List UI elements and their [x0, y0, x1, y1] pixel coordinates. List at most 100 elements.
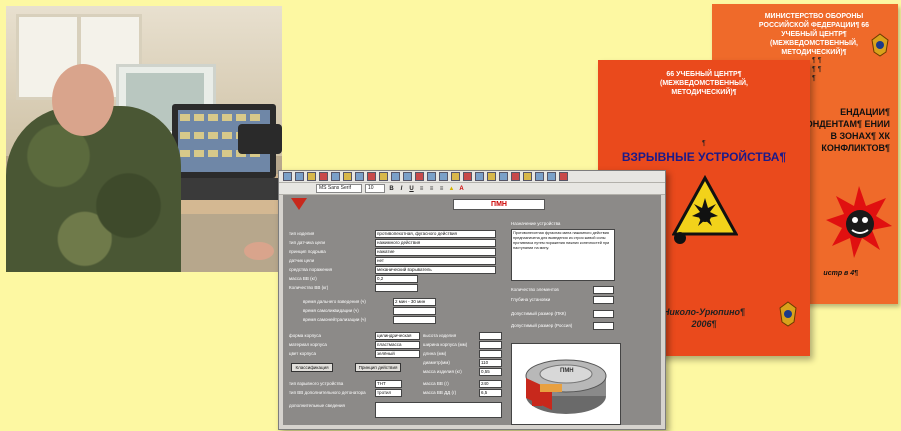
bomb-cartoon-icon — [826, 186, 892, 258]
toolbar-icon[interactable] — [355, 172, 364, 181]
purpose-label: Назначение устройства — [511, 221, 561, 226]
toolbar-icon[interactable] — [463, 172, 472, 181]
side-label: Количество элементов — [511, 287, 559, 292]
field-label: масса ВВ (г) — [423, 381, 449, 386]
toolbar-icon[interactable] — [559, 172, 568, 181]
dimension-label: высота изделия — [423, 333, 457, 338]
toolbar-icon[interactable] — [451, 172, 460, 181]
underline-button[interactable]: U — [408, 186, 415, 192]
toolbar-icon[interactable] — [295, 172, 304, 181]
field-value[interactable]: ТНТ — [375, 380, 402, 388]
align-left-button[interactable]: ≡ — [418, 186, 425, 192]
align-right-button[interactable]: ≡ — [438, 186, 445, 192]
toolbar-icon[interactable] — [439, 172, 448, 181]
toolbar-icon[interactable] — [415, 172, 424, 181]
field-value[interactable]: пластмасса — [375, 341, 420, 349]
field-value[interactable]: нажимного действия — [375, 239, 496, 247]
photo-head — [52, 64, 114, 136]
standard-toolbar — [279, 171, 665, 183]
field-value[interactable]: механический взрыватель — [375, 266, 496, 274]
toolbar-icon[interactable] — [523, 172, 532, 181]
field-value[interactable]: зелёный — [375, 350, 420, 358]
toolbar-icon[interactable] — [391, 172, 400, 181]
fill-color-button[interactable]: ▲ — [448, 186, 455, 192]
field-value[interactable]: тротил — [375, 389, 402, 397]
dimension-label: диаметр(мм) — [423, 360, 450, 365]
toolbar-icon[interactable] — [307, 172, 316, 181]
toolbar-icon[interactable] — [487, 172, 496, 181]
toolbar-icon[interactable] — [379, 172, 388, 181]
align-center-button[interactable]: ≡ — [428, 186, 435, 192]
italic-button[interactable]: I — [398, 186, 405, 192]
field-label: тип взрывного устройства — [289, 381, 344, 386]
field-label: тип датчика цели — [289, 240, 326, 245]
font-color-button[interactable]: A — [458, 186, 465, 192]
book-front-header: 66 УЧЕБНЫЙ ЦЕНТР¶ (МЕЖВЕДОМСТВЕННЫЙ, МЕТ… — [660, 71, 748, 96]
field-value[interactable]: цилиндрическая — [375, 332, 420, 340]
dimension-label: ширина корпуса (мм) — [423, 342, 468, 347]
field-label: время самоликвидации (ч) — [303, 308, 359, 313]
purpose-textarea[interactable]: Противопехотная фугасная мина нажимного … — [511, 229, 615, 281]
field-value[interactable]: 6,5 — [479, 389, 502, 397]
eagle-emblem-icon — [779, 301, 797, 327]
dimension-label: длина (мм) — [423, 351, 447, 356]
field-value[interactable]: противопехотная, фугасного действия — [375, 230, 496, 238]
field-value[interactable]: нет — [375, 257, 496, 265]
side-label: Допустимый размер (ПКК) — [511, 311, 566, 316]
toolbar-icon[interactable] — [331, 172, 340, 181]
principle-button[interactable]: Принцип действия — [355, 363, 401, 372]
form-title: ПМН — [453, 199, 545, 210]
field-label: время самонейтрализации (ч) — [303, 317, 366, 322]
toolbar-icon[interactable] — [427, 172, 436, 181]
toolbar-icon[interactable] — [535, 172, 544, 181]
field-label: время дальнего взведения (ч) — [303, 299, 366, 304]
side-value[interactable] — [593, 296, 614, 304]
side-value[interactable] — [593, 310, 614, 318]
field-label: Количество ВВ (кг) — [289, 285, 329, 290]
toolbar-icon[interactable] — [547, 172, 556, 181]
field-value[interactable]: нажатие — [375, 248, 496, 256]
side-value[interactable] — [593, 286, 614, 294]
font-name-select[interactable]: MS Sans Serif — [316, 184, 362, 193]
side-value[interactable] — [593, 322, 614, 330]
font-size-select[interactable]: 10 — [365, 184, 385, 193]
toolbar-icon[interactable] — [283, 172, 292, 181]
dimension-value[interactable] — [479, 341, 502, 349]
pmn-mine-illustration-icon — [525, 359, 607, 414]
dimension-value[interactable] — [479, 350, 502, 358]
field-value[interactable] — [375, 284, 418, 292]
additional-info-field[interactable] — [375, 402, 502, 418]
book-front-year: 2006¶ — [691, 319, 717, 329]
bold-button[interactable]: B — [388, 186, 395, 192]
book-back-pilcrows: ¶ ¶ ¶ ¶ ¶ — [812, 57, 822, 82]
mine-record-form: ПМН тип изделия противопехотная, фугасно… — [283, 195, 661, 425]
formatting-toolbar: MS Sans Serif 10 B I U ≡ ≡ ≡ ▲ A — [279, 183, 665, 195]
toolbar-icon[interactable] — [319, 172, 328, 181]
field-value[interactable] — [393, 316, 436, 324]
classification-button[interactable]: Классификация — [291, 363, 333, 372]
side-label: Глубина установки — [511, 297, 551, 302]
field-label: датчик цели — [289, 258, 315, 263]
field-label: средства поражения — [289, 267, 333, 272]
field-value[interactable]: 240 — [479, 380, 502, 388]
toolbar-icon[interactable] — [343, 172, 352, 181]
photo-soldier-at-computer — [6, 6, 282, 272]
toolbar-icon[interactable] — [403, 172, 412, 181]
dimension-value[interactable]: 110 — [479, 359, 502, 367]
dimension-label: масса изделия (кг) — [423, 369, 462, 374]
book-front-city: Николо-Урюпино¶ — [662, 307, 746, 317]
field-value[interactable] — [393, 307, 436, 315]
side-label: Допустимый размер (Россия) — [511, 323, 573, 328]
toolbar-icon[interactable] — [511, 172, 520, 181]
explosive-warning-sign-icon — [672, 174, 738, 244]
toolbar-icon[interactable] — [367, 172, 376, 181]
field-value[interactable]: 0,2 — [375, 275, 418, 283]
eagle-emblem-icon — [871, 33, 889, 57]
book-front-title: ВЗРЫВНЫЕ УСТРОЙСТВА¶ — [621, 150, 787, 164]
dimension-value[interactable]: 0,55 — [479, 368, 502, 376]
toolbar-icon[interactable] — [475, 172, 484, 181]
toolbar-icon[interactable] — [499, 172, 508, 181]
field-value[interactable]: 2 мин - 30 мин — [393, 298, 436, 306]
field-label: тип ВВ дополнительного детонатора — [289, 390, 366, 395]
dimension-value[interactable] — [479, 332, 502, 340]
